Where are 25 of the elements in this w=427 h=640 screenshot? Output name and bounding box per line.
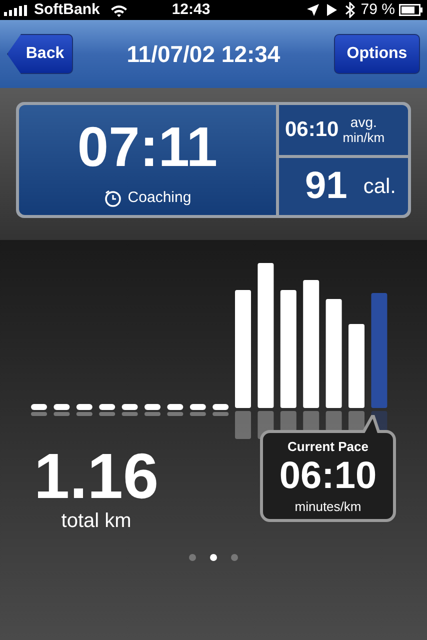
duration-value: 07:11 — [77, 119, 218, 175]
wifi-icon — [110, 4, 128, 16]
distance-value: 1.16 — [34, 446, 159, 506]
calories-value: 91 — [305, 164, 348, 209]
carrier-name: SoftBank — [34, 0, 100, 20]
clock-time: 12:43 — [172, 0, 210, 20]
battery-percent: 79 % — [360, 0, 395, 20]
battery-icon — [399, 4, 423, 16]
current-pace-title: Current Pace — [288, 438, 368, 456]
avg-label: avg. — [350, 114, 377, 130]
location-arrow-icon — [306, 4, 319, 16]
avg-unit: min/km — [342, 130, 385, 146]
avg-pace-value: 06:10 — [285, 117, 339, 144]
current-pace-value: 06:10 — [279, 456, 377, 494]
bluetooth-icon — [344, 2, 355, 18]
stopwatch-icon — [104, 189, 122, 208]
coaching-label: Coaching — [128, 188, 192, 208]
play-icon — [326, 4, 337, 16]
back-button[interactable]: Back — [7, 34, 73, 74]
current-pace-unit: minutes/km — [294, 498, 362, 516]
signal-icon — [4, 4, 30, 16]
calories-unit: cal. — [363, 174, 396, 200]
distance-label: total km — [61, 509, 132, 534]
screen-title: 11/07/02 12:34 — [126, 40, 280, 69]
options-button[interactable]: Options — [334, 34, 420, 74]
